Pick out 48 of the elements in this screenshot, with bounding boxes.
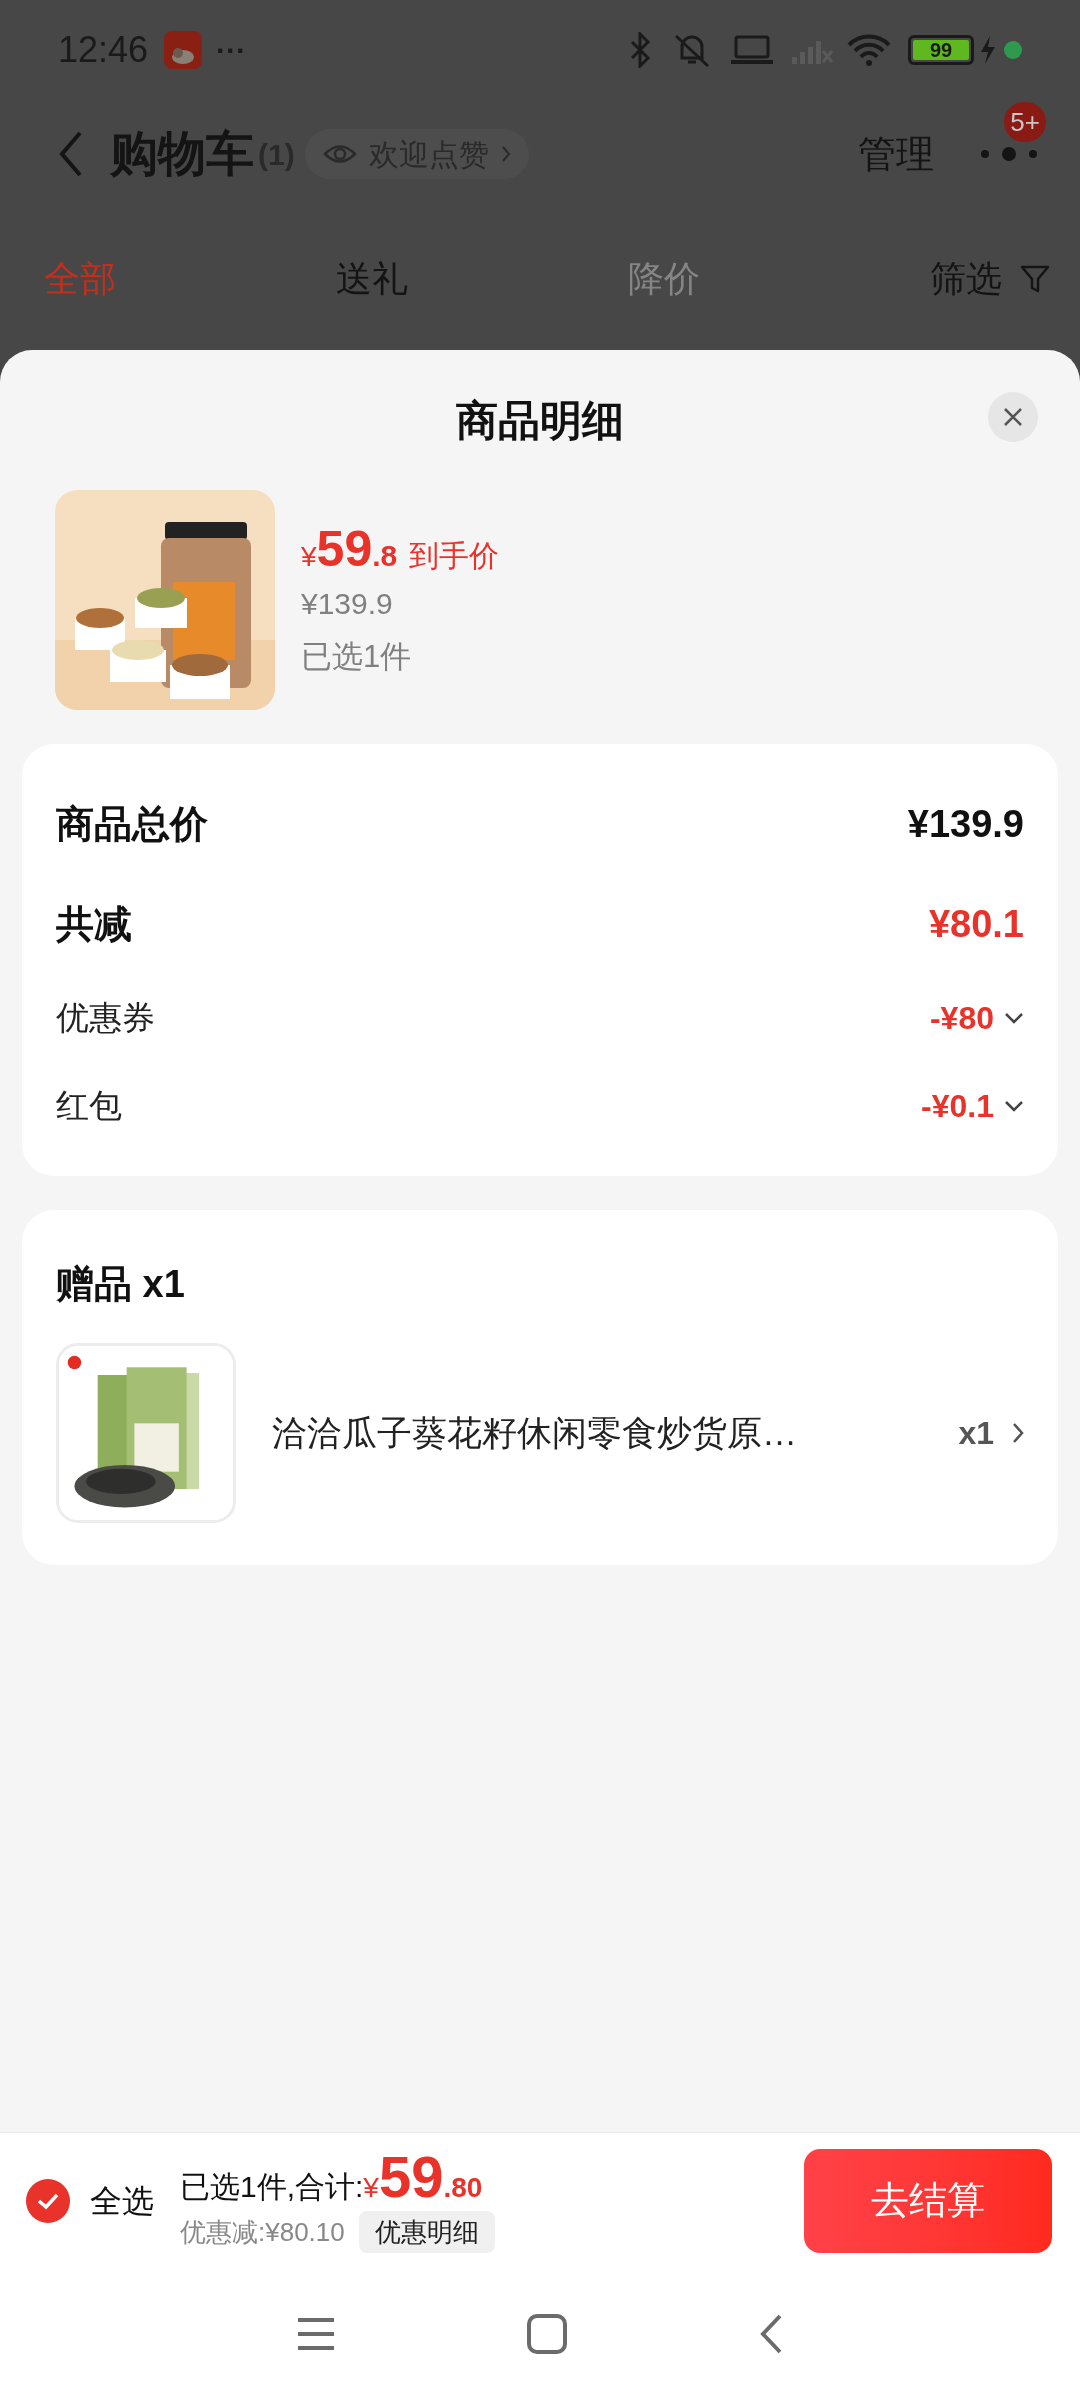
chevron-right-icon [500,145,511,163]
app-icon [164,31,203,69]
eye-icon [322,143,357,165]
sheet-title: 商品明细 [456,395,624,446]
total-label: 已选1件,合计: [180,2169,364,2205]
status-dot-icon [1004,41,1022,59]
menu-icon[interactable] [296,2316,336,2352]
total-integer: 59 [378,2148,444,2206]
price-decimal: .8 [372,538,398,575]
back-icon[interactable] [758,2313,784,2355]
total-decimal: .80 [443,2171,483,2205]
bluetooth-icon [630,32,652,68]
select-all-checkbox[interactable] [26,2178,70,2223]
summary-label: 共减 [56,901,132,947]
gift-name: 洽洽瓜子葵花籽休闲零食炒货原… [272,1411,797,1454]
total-currency: ¥ [363,2172,379,2205]
select-all-label[interactable]: 全选 [90,2176,154,2225]
gift-title: 赠品 x1 [56,1262,186,1307]
chevron-right-icon[interactable] [1012,1422,1024,1444]
notification-badge: 5+ [1004,102,1046,142]
checkout-button[interactable]: 去结算 [804,2148,1052,2253]
price-currency: ¥ [301,541,317,575]
summary-value: ¥80.1 [928,901,1024,947]
battery-icon: 99 [908,35,974,65]
original-price: ¥139.9 [301,586,394,623]
close-icon [1003,407,1023,427]
notification-more: ··· [216,32,247,69]
gift-quantity: x1 [958,1414,994,1453]
tab[interactable]: 全部 [44,252,336,306]
price-integer: 59 [316,520,373,580]
discount-details-button[interactable]: 优惠明细 [358,2211,495,2253]
price-label: 到手价 [409,538,500,575]
summary-label: 商品总价 [56,801,208,847]
selected-count: 已选1件 [301,638,413,677]
chevron-down-icon[interactable] [1004,1100,1024,1112]
home-icon[interactable] [526,2313,568,2355]
chevron-down-icon[interactable] [1004,1012,1024,1024]
summary-value: ¥139.9 [907,801,1024,847]
charging-icon [980,36,996,64]
laptop-icon [730,34,774,66]
checkmark-icon [36,2191,60,2210]
summary-label: 红包 [56,1086,122,1127]
wifi-icon [846,33,892,67]
summary-value: -¥80 [929,999,994,1038]
discount-total: 优惠减:¥80.10 [180,2215,345,2249]
close-button[interactable] [988,392,1038,442]
summary-label: 优惠券 [56,998,155,1039]
summary-value: -¥0.1 [921,1087,994,1126]
